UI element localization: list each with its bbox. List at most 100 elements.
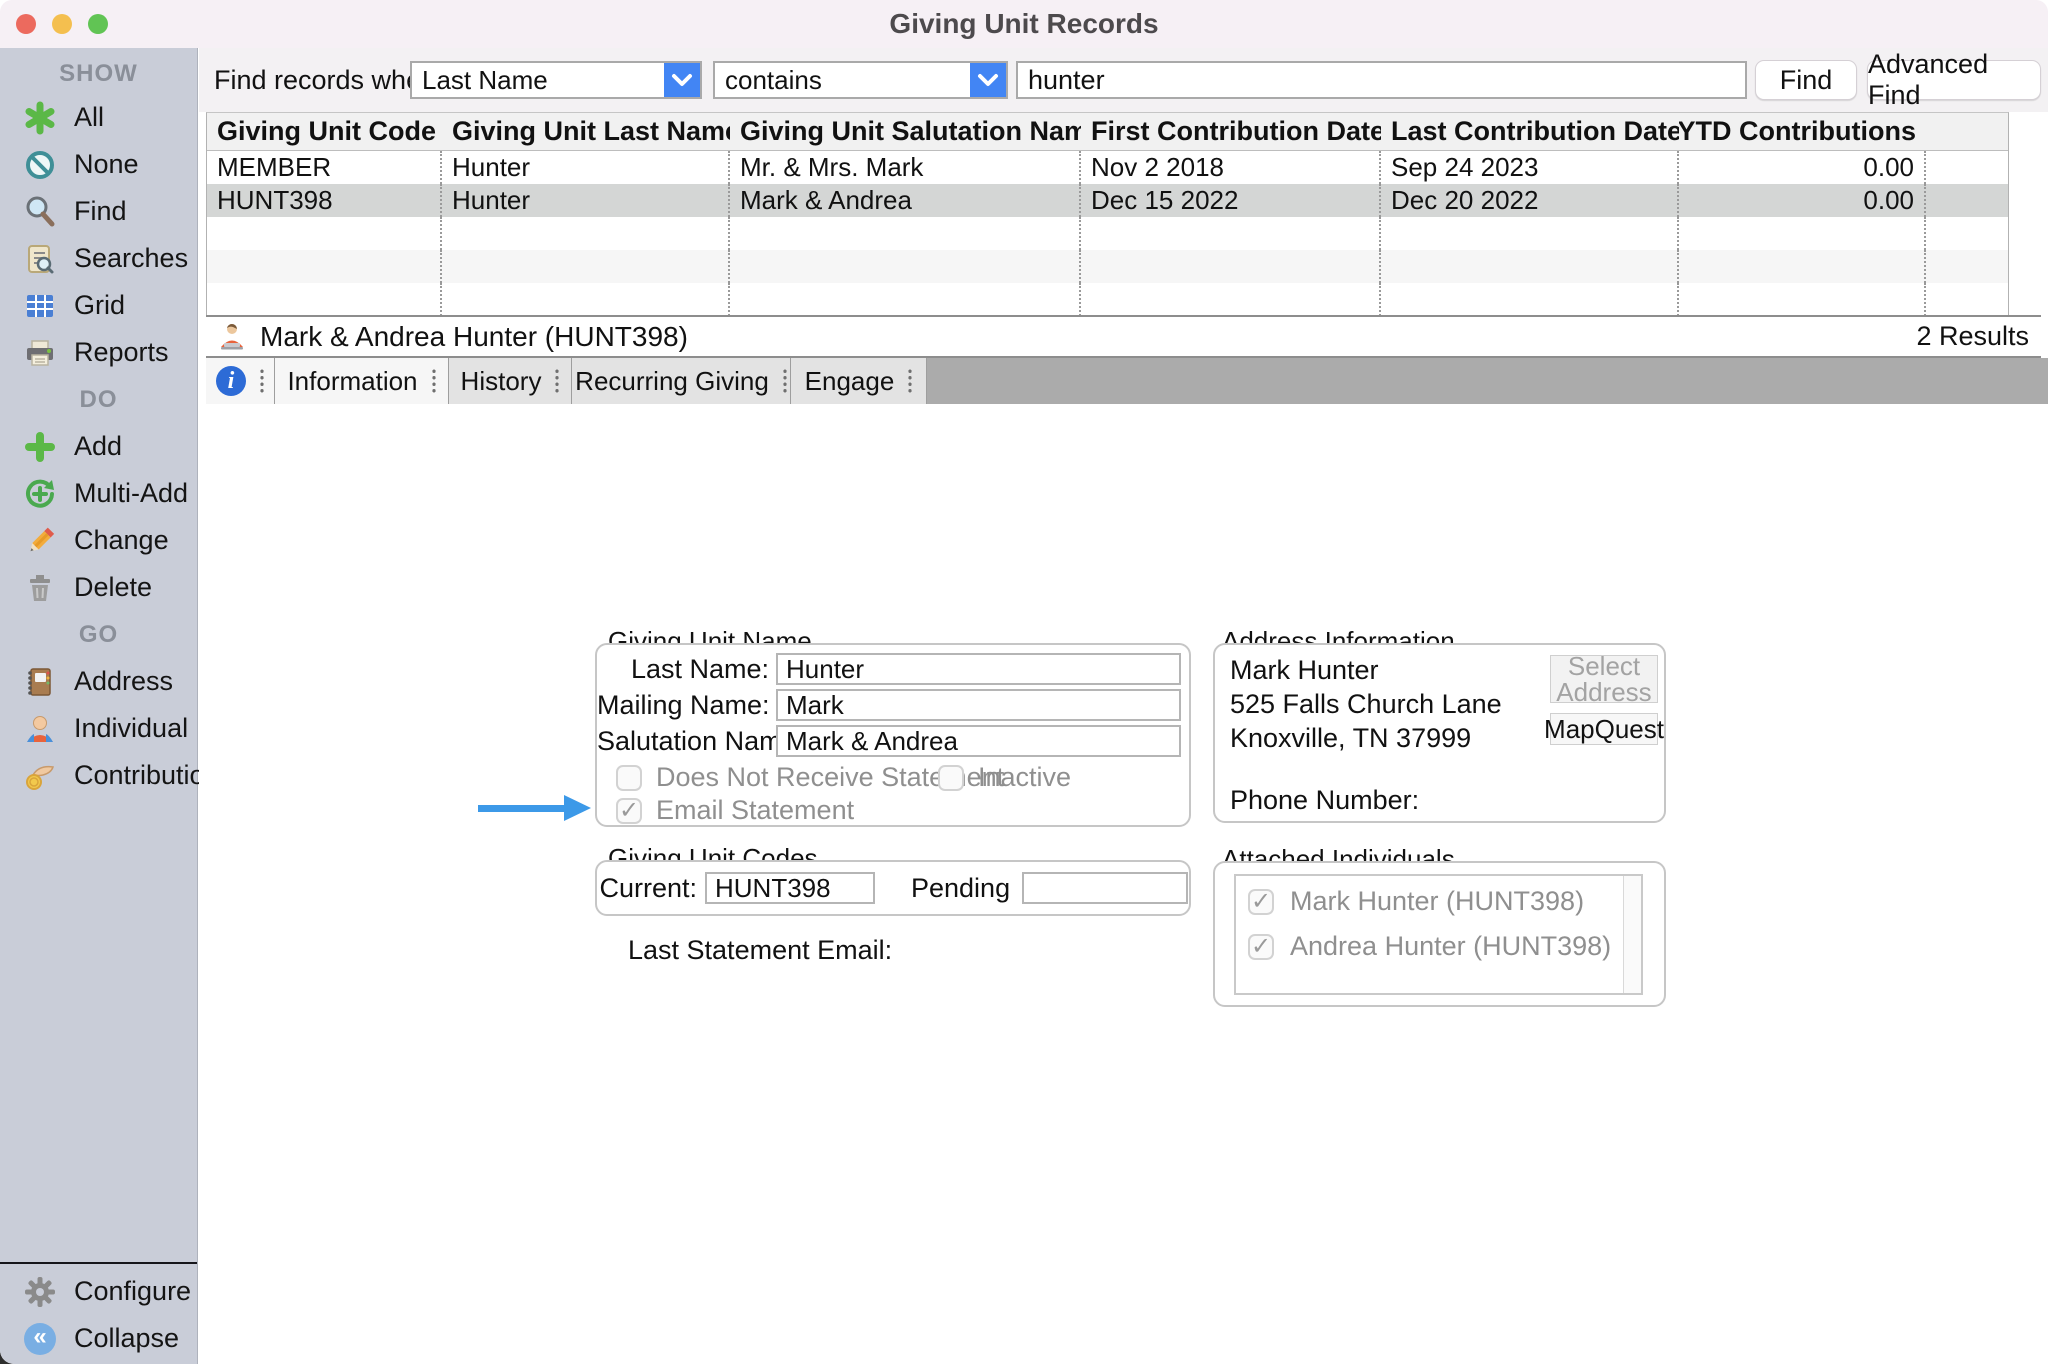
- record-title: Mark & Andrea Hunter (HUNT398): [260, 321, 688, 353]
- sidebar-item-label: All: [74, 102, 104, 133]
- sidebar-item-label: None: [74, 149, 139, 180]
- column-header[interactable]: Giving Unit Code: [207, 113, 442, 150]
- sidebar-item-label: Searches: [74, 243, 188, 274]
- sidebar-item-individual[interactable]: Individual: [0, 705, 197, 752]
- table-row-selected[interactable]: HUNT398 Hunter Mark & Andrea Dec 15 2022…: [207, 184, 2008, 217]
- checkbox-checked-icon[interactable]: ✓: [1248, 889, 1274, 915]
- find-bar: Find records where Last Name contains Fi…: [199, 48, 2048, 112]
- sidebar-item-add[interactable]: Add: [0, 423, 197, 470]
- giving-unit-codes-panel: Current: Pending: [595, 860, 1191, 916]
- zoom-window-button[interactable]: [88, 14, 108, 34]
- traffic-lights: [0, 0, 108, 48]
- sidebar-item-find[interactable]: Find: [0, 188, 197, 235]
- person-laptop-icon: [214, 319, 250, 355]
- find-button[interactable]: Find: [1755, 60, 1857, 100]
- sidebar-footer: Configure « Collapse: [0, 1262, 197, 1362]
- tab-information[interactable]: Information: [275, 358, 449, 404]
- kebab-menu-icon[interactable]: [783, 368, 787, 394]
- sidebar-item-label: Reports: [74, 337, 169, 368]
- last-name-field[interactable]: [776, 653, 1181, 685]
- information-tab-content: Giving Unit Name Last Name: Mailing Name…: [199, 404, 2048, 1364]
- mapquest-button[interactable]: MapQuest: [1550, 713, 1658, 745]
- column-header[interactable]: First Contribution Date: [1081, 113, 1381, 150]
- person-icon: [22, 711, 58, 747]
- attached-individual-row[interactable]: ✓ Andrea Hunter (HUNT398): [1236, 921, 1641, 966]
- checkbox-icon[interactable]: ✓: [938, 765, 964, 791]
- plus-icon: [22, 429, 58, 465]
- checkbox-checked-icon[interactable]: ✓: [616, 798, 642, 824]
- sidebar-item-all[interactable]: All: [0, 94, 197, 141]
- sidebar-item-label: Individual: [74, 713, 188, 744]
- chevron-down-icon[interactable]: [664, 63, 700, 97]
- title-bar: Giving Unit Records: [0, 0, 2048, 48]
- select-address-button[interactable]: Select Address: [1550, 655, 1658, 703]
- close-window-button[interactable]: [16, 14, 36, 34]
- attached-individuals-list: ✓ Mark Hunter (HUNT398) ✓ Andrea Hunter …: [1234, 874, 1643, 995]
- sidebar-item-grid[interactable]: Grid: [0, 282, 197, 329]
- scrollbar-track[interactable]: [1623, 876, 1641, 993]
- advanced-find-button[interactable]: Advanced Find: [1867, 60, 2041, 100]
- last-name-label: Last Name:: [597, 654, 769, 685]
- no-entry-icon: [22, 147, 58, 183]
- info-icon: i: [216, 366, 246, 396]
- sidebar-item-contributions[interactable]: Contributions: [0, 752, 197, 799]
- tab-engage[interactable]: Engage: [791, 358, 927, 404]
- minimize-window-button[interactable]: [52, 14, 72, 34]
- column-header[interactable]: Last Contribution Date: [1381, 113, 1679, 150]
- tab-bar: i Information History Recurring Giving E…: [206, 358, 2048, 404]
- current-code-field[interactable]: [705, 872, 875, 904]
- multi-add-icon: [22, 476, 58, 512]
- sidebar-item-searches[interactable]: Searches: [0, 235, 197, 282]
- sidebar-item-label: Collapse: [74, 1323, 179, 1354]
- kebab-menu-icon[interactable]: [260, 368, 264, 394]
- sidebar-item-label: Multi-Add: [74, 478, 188, 509]
- kebab-menu-icon[interactable]: [555, 368, 559, 394]
- address-book-icon: [22, 664, 58, 700]
- sidebar-section-go: GO: [0, 611, 197, 658]
- sidebar-item-label: Address: [74, 666, 173, 697]
- kebab-menu-icon[interactable]: [908, 368, 912, 394]
- sidebar-item-reports[interactable]: Reports: [0, 329, 197, 376]
- search-input[interactable]: [1016, 61, 1747, 99]
- results-table: Giving Unit Code Giving Unit Last Name^ …: [206, 112, 2009, 317]
- mailing-name-field[interactable]: [776, 689, 1181, 721]
- checkbox-icon[interactable]: ✓: [616, 765, 642, 791]
- table-row-empty[interactable]: [207, 283, 2008, 316]
- column-header[interactable]: Giving Unit Salutation Name: [730, 113, 1081, 150]
- column-header[interactable]: YTD Contributions: [1679, 113, 1926, 150]
- sidebar-item-collapse[interactable]: « Collapse: [0, 1315, 197, 1362]
- sidebar-item-change[interactable]: Change: [0, 517, 197, 564]
- sidebar-section-do: DO: [0, 376, 197, 423]
- inactive-checkbox[interactable]: ✓ Inactive: [938, 762, 1071, 793]
- chevron-down-icon[interactable]: [970, 63, 1006, 97]
- table-row[interactable]: MEMBER Hunter Mr. & Mrs. Mark Nov 2 2018…: [207, 151, 2008, 184]
- find-operator-select[interactable]: contains: [713, 61, 1008, 99]
- giving-unit-name-panel: Last Name: Mailing Name: Salutation Name…: [595, 643, 1191, 827]
- sidebar-item-address[interactable]: Address: [0, 658, 197, 705]
- sidebar-item-label: Delete: [74, 572, 152, 603]
- tab-history[interactable]: History: [449, 358, 572, 404]
- tab-record-info[interactable]: i: [206, 358, 275, 404]
- sidebar-divider: [0, 1262, 197, 1264]
- pending-code-field[interactable]: [1022, 872, 1188, 904]
- kebab-menu-icon[interactable]: [432, 368, 436, 394]
- tab-recurring-giving[interactable]: Recurring Giving: [572, 358, 791, 404]
- table-row-empty[interactable]: [207, 217, 2008, 250]
- column-header-sorted[interactable]: Giving Unit Last Name^: [442, 113, 730, 150]
- find-field-select[interactable]: Last Name: [410, 61, 702, 99]
- sidebar-item-multi-add[interactable]: Multi-Add: [0, 470, 197, 517]
- saved-search-icon: [22, 241, 58, 277]
- email-statement-checkbox[interactable]: ✓ Email Statement: [616, 795, 854, 826]
- sidebar-item-label: Add: [74, 431, 122, 462]
- mailing-name-label: Mailing Name:: [597, 690, 769, 721]
- window-title: Giving Unit Records: [889, 8, 1158, 40]
- checkbox-checked-icon[interactable]: ✓: [1248, 934, 1274, 960]
- sidebar-item-delete[interactable]: Delete: [0, 564, 197, 611]
- current-code-label: Current:: [597, 873, 697, 904]
- salutation-name-field[interactable]: [776, 725, 1181, 757]
- table-row-empty[interactable]: [207, 250, 2008, 283]
- attached-individual-row[interactable]: ✓ Mark Hunter (HUNT398): [1236, 876, 1641, 921]
- magnifier-icon: [22, 194, 58, 230]
- sidebar-item-configure[interactable]: Configure: [0, 1268, 197, 1315]
- sidebar-item-none[interactable]: None: [0, 141, 197, 188]
